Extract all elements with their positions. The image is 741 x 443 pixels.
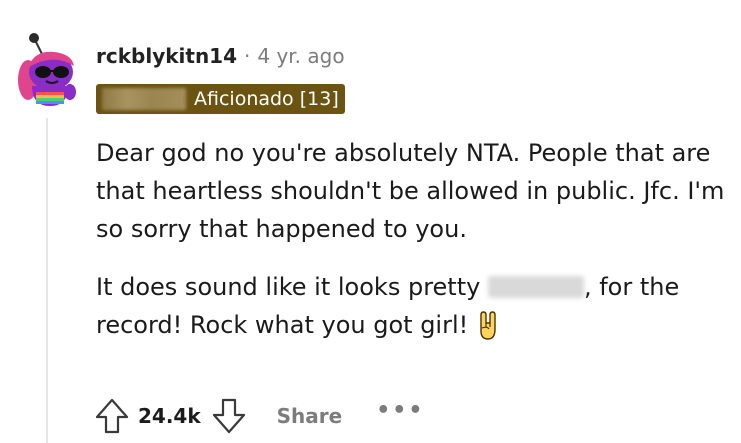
redacted-word <box>487 276 584 298</box>
flair-redacted-text <box>102 88 186 110</box>
snoo-avatar-icon <box>18 33 76 106</box>
comment-paragraph: Dear god no you're absolutely NTA. Peopl… <box>96 139 725 243</box>
comment-actions: 24.4k Share ••• <box>92 396 424 436</box>
thread-line[interactable] <box>46 118 48 443</box>
comment-header: rckblykitn14 · 4 yr. ago <box>96 44 345 68</box>
more-options-button[interactable]: ••• <box>376 398 424 423</box>
comment-body: Dear god no you're absolutely NTA. Peopl… <box>96 134 736 372</box>
upvote-button[interactable] <box>92 396 132 436</box>
rock-on-hand-emoji-icon <box>476 311 500 352</box>
upvote-arrow-icon <box>95 398 129 434</box>
downvote-button[interactable] <box>209 396 249 436</box>
share-button[interactable]: Share <box>277 404 343 428</box>
avatar[interactable] <box>14 28 78 108</box>
comment-paragraph: It does sound like it looks pretty , for… <box>96 268 736 352</box>
vote-score: 24.4k <box>138 404 201 428</box>
user-flair: Aficionado [13] <box>96 84 345 114</box>
downvote-arrow-icon <box>212 398 245 434</box>
paragraph-text-start: It does sound like it looks pretty <box>96 273 488 301</box>
author-link[interactable]: rckblykitn14 <box>96 44 237 68</box>
flair-label: Aficionado [13] <box>194 88 339 110</box>
comment-age[interactable]: 4 yr. ago <box>257 44 344 68</box>
meta-separator: · <box>244 44 251 68</box>
